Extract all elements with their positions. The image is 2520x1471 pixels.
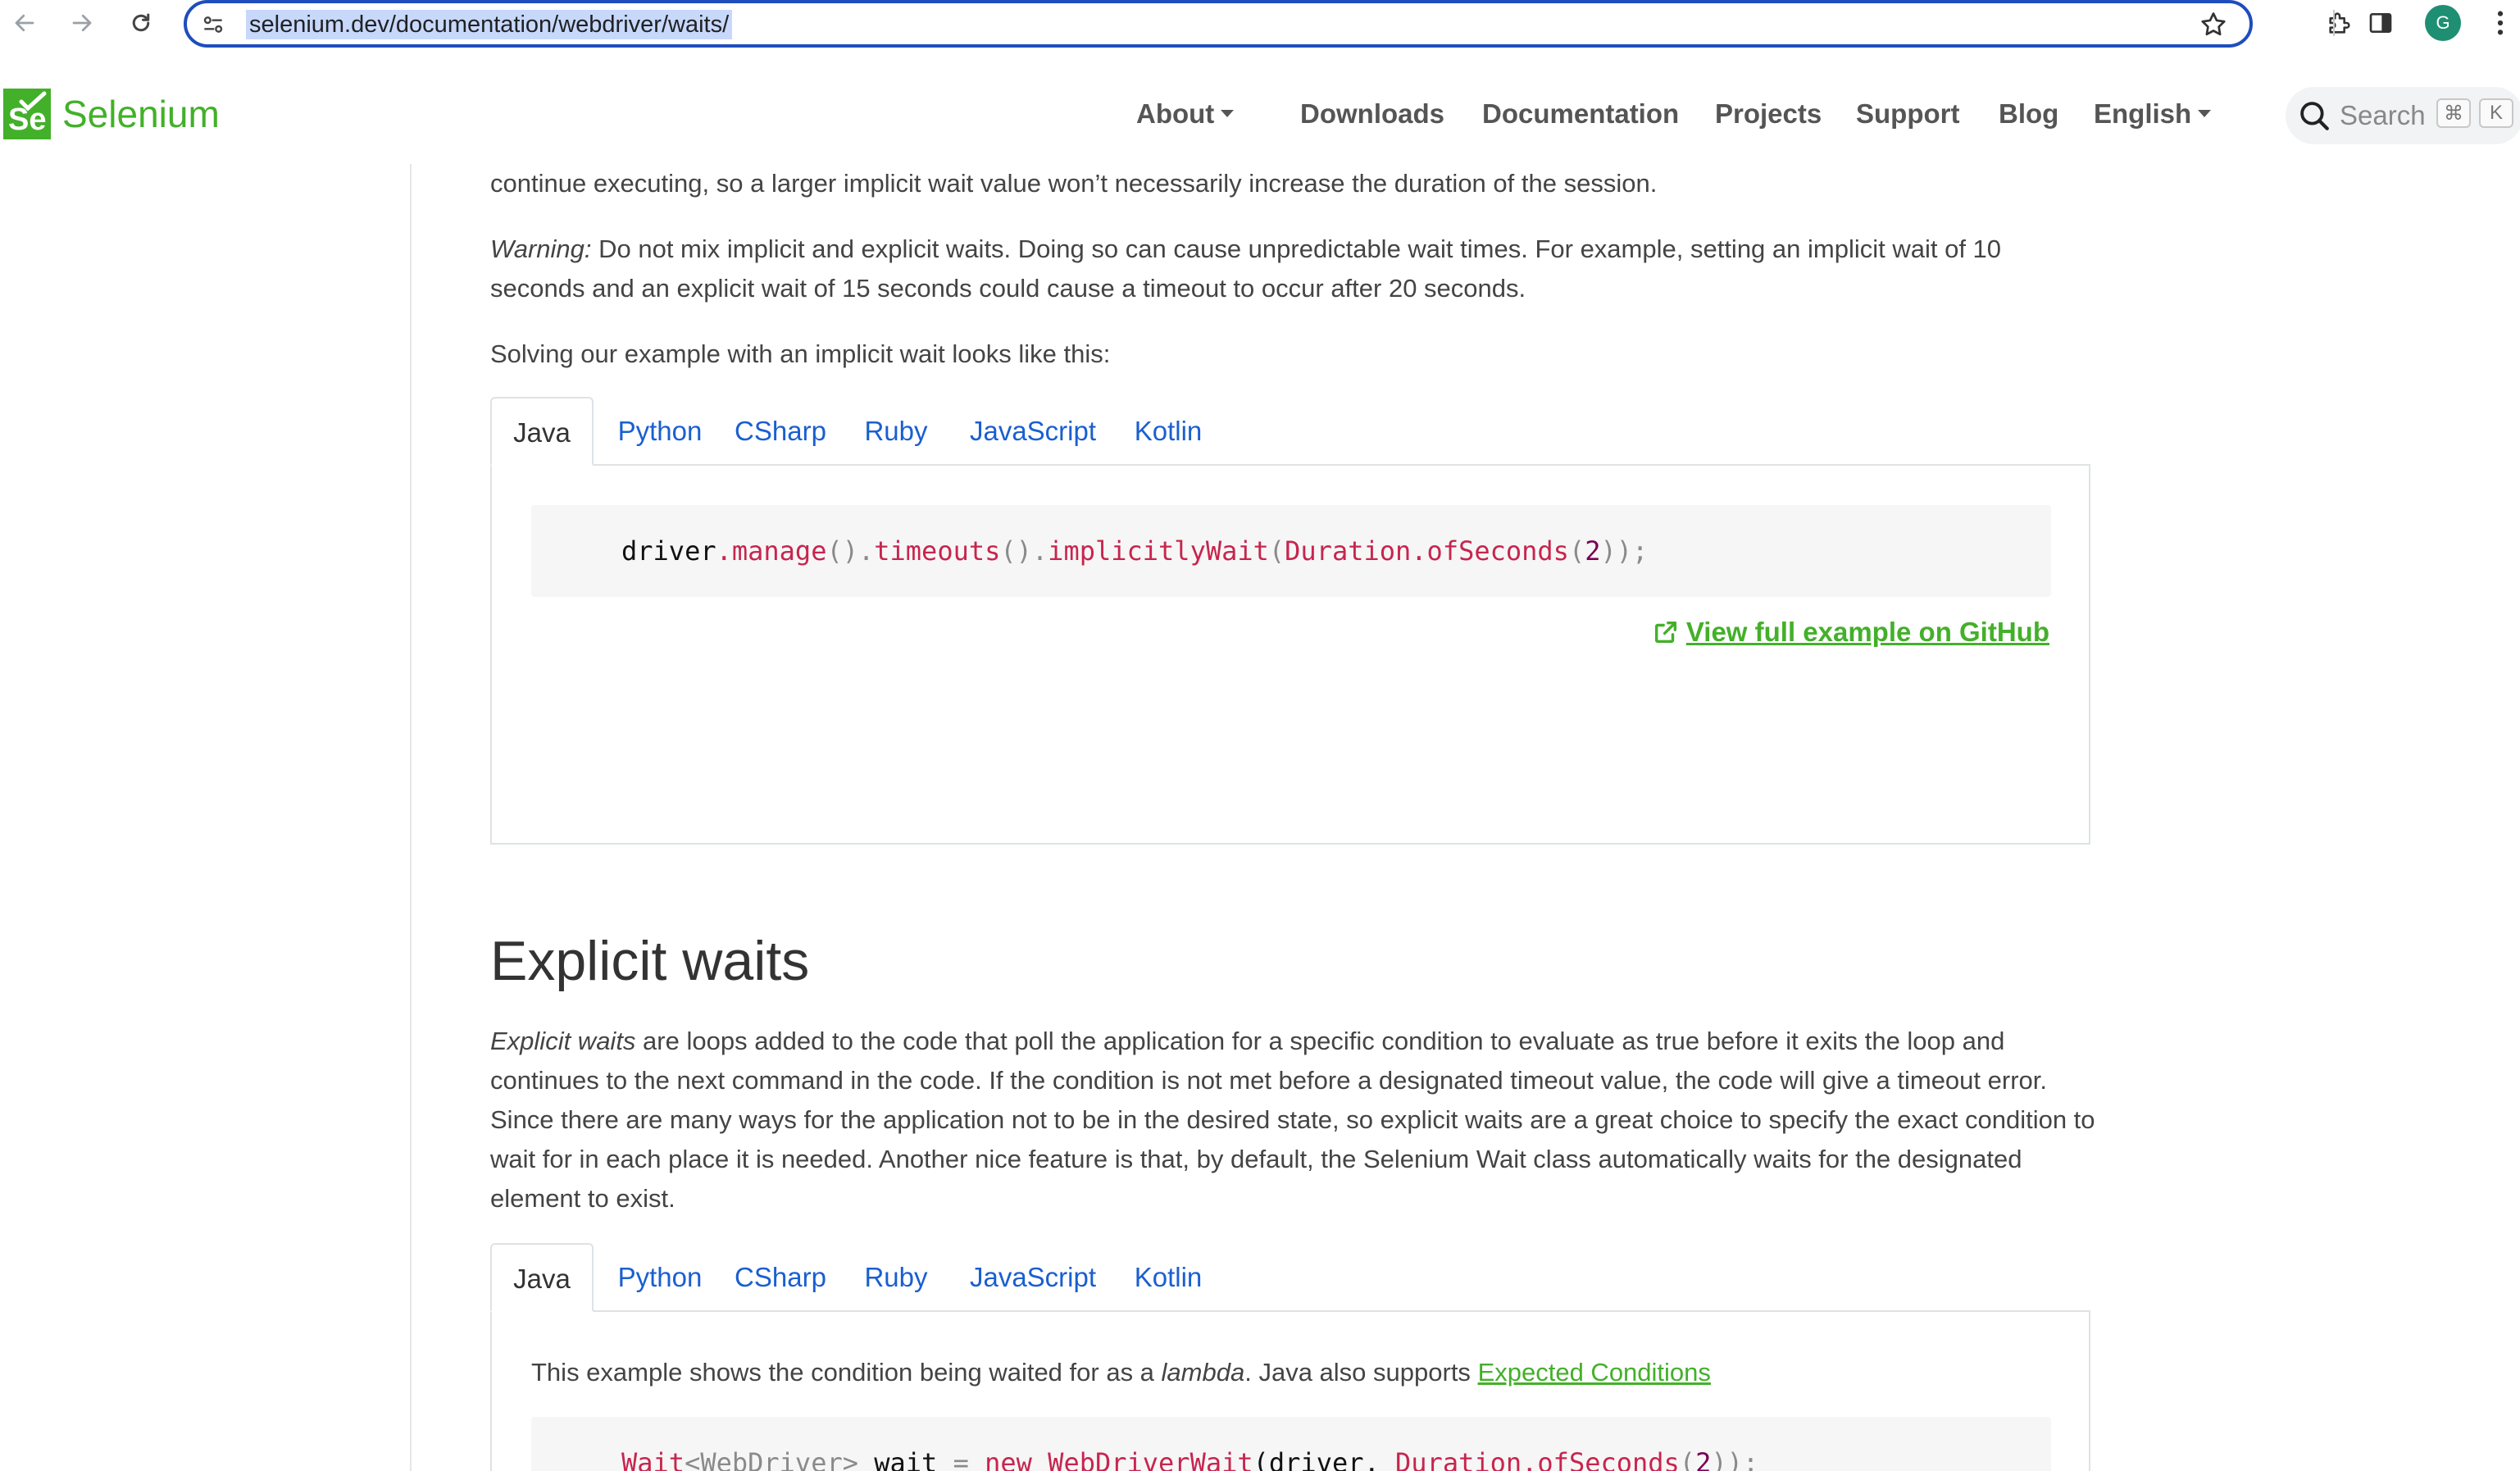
tab-csharp[interactable]: CSharp (728, 1243, 833, 1312)
language-tabs-implicit: Java Python CSharp Ruby JavaScript Kotli… (490, 397, 2090, 466)
explicit-term: Explicit waits (490, 1027, 636, 1055)
chevron-down-icon (2198, 109, 2212, 117)
tab-javascript[interactable]: JavaScript (964, 397, 1102, 466)
profile-avatar[interactable]: G (2425, 5, 2461, 41)
tab-java[interactable]: Java (490, 1243, 594, 1312)
tab-python[interactable]: Python (610, 397, 710, 466)
tab-java[interactable]: Java (490, 397, 594, 466)
code-block-explicit: Wait<WebDriver> wait = new WebDriverWait… (531, 1417, 2051, 1471)
lambda-prefix: This example shows the condition being w… (531, 1358, 1162, 1387)
toolbar-separator (2333, 10, 2335, 36)
tab-kotlin[interactable]: Kotlin (1120, 1243, 1217, 1312)
warning-paragraph: Warning: Do not mix implicit and explici… (490, 230, 2081, 308)
nav-downloads[interactable]: Downloads (1300, 93, 1444, 134)
search-button[interactable]: Search ⌘ K (2286, 87, 2520, 144)
nav-language[interactable]: English (2094, 93, 2212, 134)
github-link-label: View full example on GitHub (1685, 617, 2049, 647)
language-tabs-explicit: Java Python CSharp Ruby JavaScript Kotli… (490, 1243, 2090, 1312)
expected-conditions-link[interactable]: Expected Conditions (1478, 1358, 1711, 1387)
lambda-paragraph: This example shows the condition being w… (531, 1353, 1711, 1392)
nav-label: Support (1856, 98, 1960, 129)
address-bar[interactable]: selenium.dev/documentation/webdriver/wai… (184, 0, 2253, 48)
search-icon (2300, 102, 2329, 130)
url-text[interactable]: selenium.dev/documentation/webdriver/wai… (246, 10, 733, 39)
nav-about[interactable]: About (1136, 93, 1235, 134)
logo-text: Selenium (62, 93, 220, 135)
extensions-button-wrap[interactable] (2323, 7, 2356, 39)
shortcut-key-k: K (2479, 98, 2513, 128)
code-line: Wait<WebDriver> wait = new WebDriverWait… (621, 1447, 1759, 1471)
nav-label: Blog (1999, 98, 2059, 129)
selenium-logo-mark: Se (3, 89, 51, 139)
external-link-icon (1654, 621, 1676, 644)
logo-mark-text: Se (8, 102, 47, 137)
tab-csharp[interactable]: CSharp (728, 397, 833, 466)
tab-kotlin[interactable]: Kotlin (1120, 397, 1217, 466)
nav-label: Downloads (1300, 98, 1445, 129)
lambda-suffix: . Java also supports (1244, 1358, 1478, 1387)
explicit-waits-heading: Explicit waits (490, 930, 810, 992)
browser-menu-button[interactable] (2484, 7, 2517, 39)
arrow-right-icon (72, 14, 92, 32)
warning-label: Warning: (490, 235, 592, 263)
bookmark-star-icon[interactable] (2199, 10, 2228, 39)
nav-blog[interactable]: Blog (1999, 93, 2058, 134)
browser-toolbar: selenium.dev/documentation/webdriver/wai… (0, 0, 2520, 48)
reload-icon (132, 13, 150, 32)
nav-label: English (2094, 98, 2192, 129)
site-header: Se Selenium About Downloads Documentatio… (0, 74, 2520, 164)
search-placeholder: Search (2340, 100, 2426, 130)
shortcut-key-cmd: ⌘ (2436, 98, 2471, 128)
reload-button[interactable] (125, 7, 157, 39)
side-panel-button[interactable] (2364, 7, 2397, 39)
tab-panel-explicit: This example shows the condition being w… (490, 1312, 2090, 1471)
warning-text: Do not mix implicit and explicit waits. … (490, 235, 2002, 303)
explicit-text: are loops added to the code that poll th… (490, 1027, 2095, 1213)
solving-paragraph: Solving our example with an implicit wai… (490, 339, 1111, 368)
nav-documentation[interactable]: Documentation (1482, 93, 1679, 134)
chevron-down-icon (1221, 109, 1235, 117)
paragraph-implicit-end: continue executing, so a larger implicit… (490, 169, 1658, 198)
docs-sidebar (0, 164, 410, 1471)
selenium-logo[interactable]: Se Selenium (3, 89, 220, 139)
side-panel-icon (2369, 13, 2392, 33)
tab-panel-implicit: driver.manage().timeouts().implicitlyWai… (490, 466, 2090, 845)
tab-ruby[interactable]: Ruby (851, 397, 941, 466)
lambda-word: lambda (1161, 1358, 1245, 1387)
sidebar-divider (410, 164, 412, 1471)
nav-label: About (1136, 98, 1215, 129)
explicit-waits-paragraph: Explicit waits are loops added to the co… (490, 1022, 2097, 1218)
nav-label: Documentation (1482, 98, 1680, 129)
site-settings-icon[interactable] (200, 11, 226, 38)
tab-javascript[interactable]: JavaScript (964, 1243, 1102, 1312)
code-block-implicit: driver.manage().timeouts().implicitlyWai… (531, 505, 2051, 597)
tab-python[interactable]: Python (610, 1243, 710, 1312)
tab-ruby[interactable]: Ruby (851, 1243, 941, 1312)
github-example-link[interactable]: View full example on GitHub (1652, 617, 2049, 648)
code-line: driver.manage().timeouts().implicitlyWai… (621, 535, 1649, 567)
nav-label: Projects (1715, 98, 1822, 129)
back-button[interactable] (8, 7, 41, 39)
arrow-left-icon (15, 14, 34, 32)
nav-projects[interactable]: Projects (1715, 93, 1822, 134)
nav-support[interactable]: Support (1856, 93, 1959, 134)
forward-button[interactable] (66, 7, 98, 39)
puzzle-icon (2329, 12, 2350, 34)
more-vertical-icon (2497, 11, 2504, 35)
